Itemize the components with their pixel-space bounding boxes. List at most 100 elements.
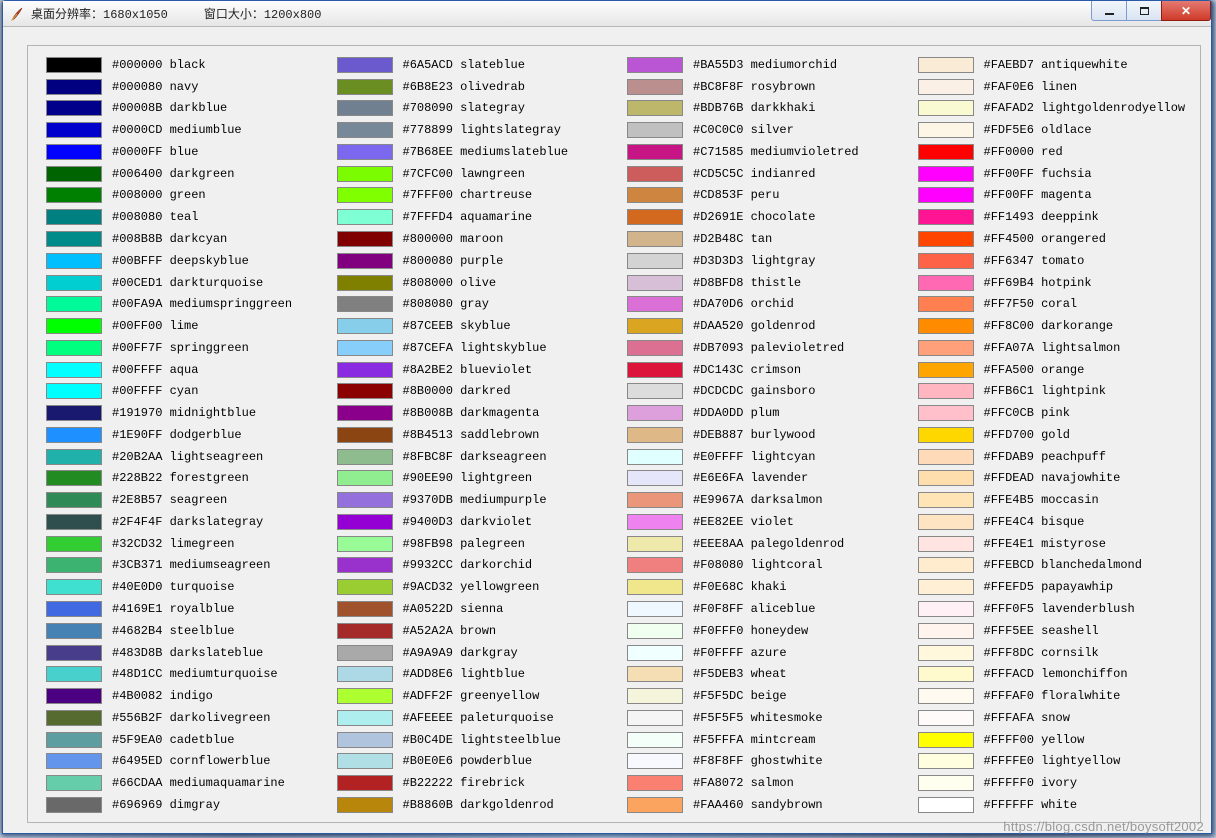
color-swatch[interactable] — [918, 623, 974, 639]
color-swatch[interactable] — [918, 514, 974, 530]
color-swatch[interactable] — [918, 449, 974, 465]
color-swatch[interactable] — [627, 775, 683, 791]
color-swatch[interactable] — [46, 579, 102, 595]
color-swatch[interactable] — [918, 710, 974, 726]
color-swatch[interactable] — [918, 492, 974, 508]
color-swatch[interactable] — [337, 557, 393, 573]
minimize-button[interactable] — [1091, 1, 1127, 21]
color-swatch[interactable] — [627, 470, 683, 486]
color-swatch[interactable] — [46, 536, 102, 552]
color-swatch[interactable] — [46, 166, 102, 182]
color-swatch[interactable] — [627, 536, 683, 552]
color-swatch[interactable] — [918, 209, 974, 225]
color-swatch[interactable] — [46, 318, 102, 334]
color-swatch[interactable] — [918, 144, 974, 160]
color-swatch[interactable] — [918, 405, 974, 421]
color-swatch[interactable] — [46, 187, 102, 203]
color-swatch[interactable] — [627, 383, 683, 399]
color-swatch[interactable] — [46, 405, 102, 421]
color-swatch[interactable] — [46, 383, 102, 399]
color-swatch[interactable] — [46, 645, 102, 661]
color-swatch[interactable] — [46, 623, 102, 639]
color-swatch[interactable] — [918, 688, 974, 704]
color-swatch[interactable] — [46, 514, 102, 530]
color-swatch[interactable] — [337, 710, 393, 726]
color-swatch[interactable] — [337, 645, 393, 661]
color-swatch[interactable] — [46, 492, 102, 508]
color-swatch[interactable] — [46, 797, 102, 813]
color-swatch[interactable] — [46, 362, 102, 378]
color-swatch[interactable] — [46, 775, 102, 791]
color-swatch[interactable] — [918, 732, 974, 748]
color-swatch[interactable] — [918, 645, 974, 661]
color-swatch[interactable] — [337, 623, 393, 639]
color-swatch[interactable] — [918, 536, 974, 552]
color-swatch[interactable] — [337, 666, 393, 682]
color-swatch[interactable] — [627, 144, 683, 160]
color-swatch[interactable] — [627, 492, 683, 508]
color-swatch[interactable] — [918, 383, 974, 399]
color-swatch[interactable] — [337, 492, 393, 508]
color-swatch[interactable] — [46, 122, 102, 138]
color-swatch[interactable] — [918, 775, 974, 791]
color-swatch[interactable] — [627, 579, 683, 595]
color-swatch[interactable] — [918, 187, 974, 203]
color-swatch[interactable] — [918, 79, 974, 95]
color-swatch[interactable] — [627, 362, 683, 378]
color-swatch[interactable] — [918, 797, 974, 813]
color-swatch[interactable] — [918, 318, 974, 334]
color-swatch[interactable] — [627, 732, 683, 748]
color-swatch[interactable] — [337, 187, 393, 203]
color-swatch[interactable] — [337, 231, 393, 247]
color-swatch[interactable] — [337, 209, 393, 225]
color-swatch[interactable] — [627, 122, 683, 138]
color-swatch[interactable] — [46, 296, 102, 312]
color-swatch[interactable] — [918, 166, 974, 182]
color-swatch[interactable] — [627, 253, 683, 269]
color-swatch[interactable] — [627, 797, 683, 813]
color-swatch[interactable] — [46, 710, 102, 726]
color-swatch[interactable] — [337, 753, 393, 769]
color-swatch[interactable] — [46, 688, 102, 704]
color-swatch[interactable] — [46, 231, 102, 247]
color-swatch[interactable] — [627, 166, 683, 182]
maximize-button[interactable] — [1126, 1, 1162, 21]
color-swatch[interactable] — [627, 623, 683, 639]
color-swatch[interactable] — [627, 753, 683, 769]
color-swatch[interactable] — [46, 100, 102, 116]
color-swatch[interactable] — [627, 79, 683, 95]
color-swatch[interactable] — [337, 470, 393, 486]
color-swatch[interactable] — [337, 405, 393, 421]
color-swatch[interactable] — [46, 57, 102, 73]
color-swatch[interactable] — [627, 557, 683, 573]
color-swatch[interactable] — [918, 557, 974, 573]
color-swatch[interactable] — [627, 645, 683, 661]
color-swatch[interactable] — [337, 427, 393, 443]
color-swatch[interactable] — [337, 514, 393, 530]
color-swatch[interactable] — [918, 340, 974, 356]
color-swatch[interactable] — [337, 797, 393, 813]
color-swatch[interactable] — [627, 666, 683, 682]
color-swatch[interactable] — [46, 449, 102, 465]
color-swatch[interactable] — [627, 449, 683, 465]
color-swatch[interactable] — [46, 753, 102, 769]
color-swatch[interactable] — [46, 79, 102, 95]
color-swatch[interactable] — [46, 275, 102, 291]
color-swatch[interactable] — [337, 775, 393, 791]
color-swatch[interactable] — [918, 231, 974, 247]
color-swatch[interactable] — [46, 253, 102, 269]
color-swatch[interactable] — [337, 122, 393, 138]
color-swatch[interactable] — [46, 144, 102, 160]
color-swatch[interactable] — [46, 666, 102, 682]
color-swatch[interactable] — [337, 296, 393, 312]
color-swatch[interactable] — [918, 666, 974, 682]
color-swatch[interactable] — [918, 122, 974, 138]
color-swatch[interactable] — [918, 601, 974, 617]
color-swatch[interactable] — [46, 427, 102, 443]
color-swatch[interactable] — [627, 601, 683, 617]
color-swatch[interactable] — [627, 514, 683, 530]
color-swatch[interactable] — [337, 383, 393, 399]
color-swatch[interactable] — [918, 470, 974, 486]
title-bar[interactable]: 桌面分辨率：1680x1050 窗口大小：1200x800 ✕ — [3, 1, 1211, 27]
color-swatch[interactable] — [337, 579, 393, 595]
